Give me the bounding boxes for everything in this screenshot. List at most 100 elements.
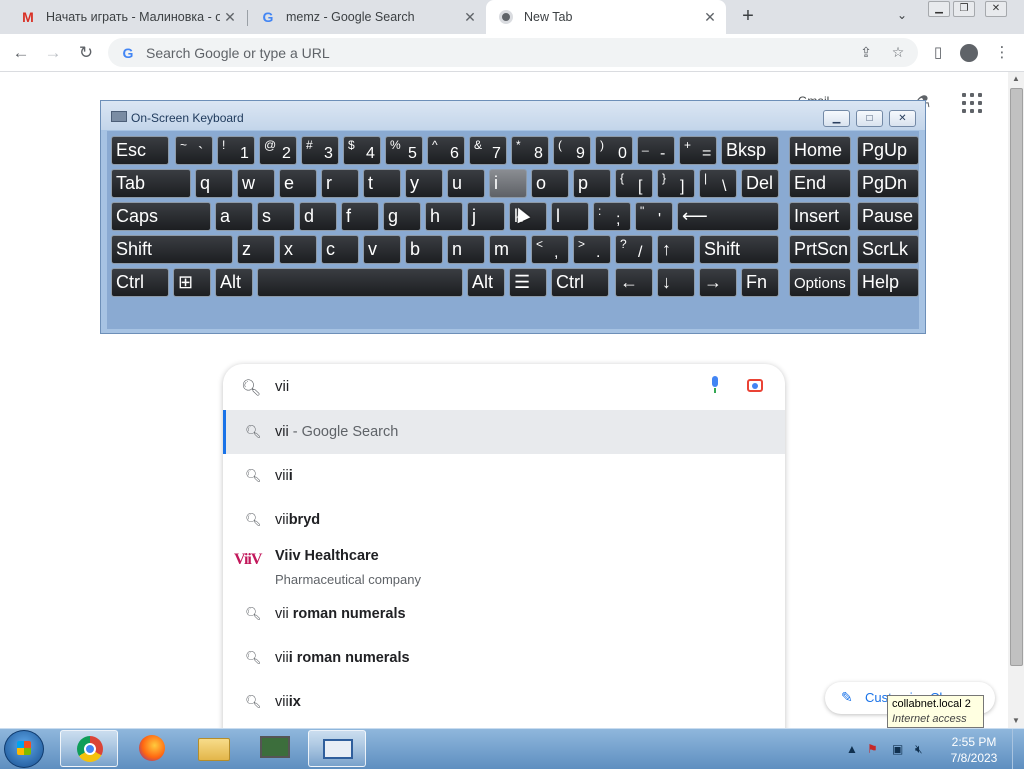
key-symbol-0-1[interactable]: ~ `: [175, 136, 213, 165]
close-window-button[interactable]: ✕: [985, 1, 1007, 17]
menu-kebab-icon[interactable]: ⋮: [990, 41, 1014, 65]
search-suggestion[interactable]: 🔍︎ viii: [223, 454, 785, 498]
key-6[interactable]: ^ 6: [427, 136, 465, 165]
close-tab-icon[interactable]: ✕: [460, 9, 480, 26]
key-symbol-0-13[interactable]: + =: [679, 136, 717, 165]
search-suggestion[interactable]: 🔍︎ vii roman numerals: [223, 592, 785, 636]
key-esc[interactable]: Esc: [111, 136, 169, 165]
key-caps[interactable]: Caps: [111, 202, 211, 231]
google-apps-grid-icon[interactable]: [962, 93, 982, 113]
minimize-window-button[interactable]: ▁: [928, 1, 950, 17]
tab-memz-search[interactable]: G memz - Google Search ✕: [248, 0, 486, 34]
key-symbol-3-9[interactable]: >.: [573, 235, 611, 264]
key-d[interactable]: d: [299, 202, 337, 231]
key-p[interactable]: p: [573, 169, 611, 198]
key-x[interactable]: x: [279, 235, 317, 264]
tab-malinovka[interactable]: M Начать играть - Малиновка - о ✕: [0, 0, 246, 34]
key-g[interactable]: g: [383, 202, 421, 231]
page-scrollbar[interactable]: ▲ ▼: [1008, 72, 1024, 728]
taskbar-explorer[interactable]: [184, 730, 242, 767]
key-symbol-4-5[interactable]: ☰: [509, 268, 547, 297]
key-3[interactable]: #3: [301, 136, 339, 165]
key-symbol-0-12[interactable]: _ -: [637, 136, 675, 165]
key-symbol-4-7[interactable]: ←: [615, 268, 653, 297]
key-symbol-4-9[interactable]: →: [699, 268, 737, 297]
key-symbol-1-13[interactable]: | \: [699, 169, 737, 198]
osk-close-button[interactable]: ✕: [889, 110, 916, 127]
key-a[interactable]: a: [215, 202, 253, 231]
side-panel-icon[interactable]: ▯: [926, 41, 950, 65]
osk-maximize-button[interactable]: □: [856, 110, 883, 127]
show-desktop-button[interactable]: [1012, 729, 1024, 769]
search-suggestion[interactable]: ViiV Viiv Healthcare Pharmaceutical compan…: [223, 542, 785, 592]
key-symbol-1-11[interactable]: {[: [615, 169, 653, 198]
key-prtscn[interactable]: PrtScn: [789, 235, 851, 264]
taskbar-on-screen-keyboard[interactable]: [308, 730, 366, 767]
forward-arrow-icon[interactable]: →: [41, 41, 65, 65]
key-fn[interactable]: Fn: [741, 268, 779, 297]
close-tab-icon[interactable]: ✕: [700, 9, 720, 26]
tab-search-chevron-icon[interactable]: ⌄: [897, 8, 907, 22]
key-i[interactable]: i: [489, 169, 527, 198]
search-input[interactable]: vii: [275, 378, 289, 395]
key-del[interactable]: Del: [741, 169, 779, 198]
search-suggestion[interactable]: 🔍︎ viibryd: [223, 498, 785, 542]
key-symbol-1-12[interactable]: }]: [657, 169, 695, 198]
bookmark-star-icon[interactable]: ☆: [886, 44, 910, 61]
key-o[interactable]: o: [531, 169, 569, 198]
scrollbar-thumb[interactable]: [1010, 88, 1023, 666]
profile-avatar-icon[interactable]: [957, 41, 981, 65]
key-9[interactable]: (9: [553, 136, 591, 165]
key-tab[interactable]: Tab: [111, 169, 191, 198]
network-icon[interactable]: ▣: [892, 742, 903, 756]
tab-new-tab[interactable]: New Tab ✕: [486, 0, 726, 34]
osk-titlebar[interactable]: On-Screen Keyboard ▁ □ ✕: [101, 101, 925, 130]
key-alt[interactable]: Alt: [215, 268, 253, 297]
key-scrlk[interactable]: ScrLk: [857, 235, 919, 264]
key-8[interactable]: * 8: [511, 136, 549, 165]
key-pgdn[interactable]: PgDn: [857, 169, 919, 198]
key-0[interactable]: ) 0: [595, 136, 633, 165]
search-input-row[interactable]: 🔍︎ vii: [223, 364, 785, 410]
google-lens-camera-icon[interactable]: [747, 379, 763, 392]
key-2[interactable]: @2: [259, 136, 297, 165]
key-symbol-2-11[interactable]: " ': [635, 202, 673, 231]
key-z[interactable]: z: [237, 235, 275, 264]
key-u[interactable]: u: [447, 169, 485, 198]
key-symbol-3-10[interactable]: ? /: [615, 235, 653, 264]
key-alt[interactable]: Alt: [467, 268, 505, 297]
key-options[interactable]: Options: [789, 268, 851, 297]
key-7[interactable]: & 7: [469, 136, 507, 165]
key-n[interactable]: n: [447, 235, 485, 264]
search-suggestion[interactable]: 🔍︎ viii roman numerals: [223, 636, 785, 680]
scroll-down-arrow-icon[interactable]: ▼: [1008, 714, 1024, 728]
key-c[interactable]: c: [321, 235, 359, 264]
key-pgup[interactable]: PgUp: [857, 136, 919, 165]
key-t[interactable]: t: [363, 169, 401, 198]
key-m[interactable]: m: [489, 235, 527, 264]
taskbar-chrome[interactable]: [60, 730, 118, 767]
key-symbol-2-10[interactable]: :;: [593, 202, 631, 231]
key-space[interactable]: [257, 268, 463, 297]
share-icon[interactable]: ⇪: [854, 44, 878, 61]
new-tab-button[interactable]: +: [737, 5, 759, 27]
key-v[interactable]: v: [363, 235, 401, 264]
scroll-up-arrow-icon[interactable]: ▲: [1008, 72, 1024, 86]
key-end[interactable]: End: [789, 169, 851, 198]
key-insert[interactable]: Insert: [789, 202, 851, 231]
search-suggestion[interactable]: 🔍︎ vii - Google Search: [223, 410, 785, 454]
key-bksp[interactable]: Bksp: [721, 136, 779, 165]
key-shift[interactable]: Shift: [111, 235, 233, 264]
key-symbol-3-11[interactable]: ↑: [657, 235, 695, 264]
key-h[interactable]: h: [425, 202, 463, 231]
key-y[interactable]: y: [405, 169, 443, 198]
key-s[interactable]: s: [257, 202, 295, 231]
key-ctrl[interactable]: Ctrl: [551, 268, 609, 297]
key-5[interactable]: % 5: [385, 136, 423, 165]
key-symbol-4-1[interactable]: ⊞: [173, 268, 211, 297]
key-f[interactable]: f: [341, 202, 379, 231]
key-e[interactable]: e: [279, 169, 317, 198]
key-symbol-2-12[interactable]: ⟵: [677, 202, 779, 231]
reload-icon[interactable]: ↻: [74, 41, 98, 65]
key-help[interactable]: Help: [857, 268, 919, 297]
